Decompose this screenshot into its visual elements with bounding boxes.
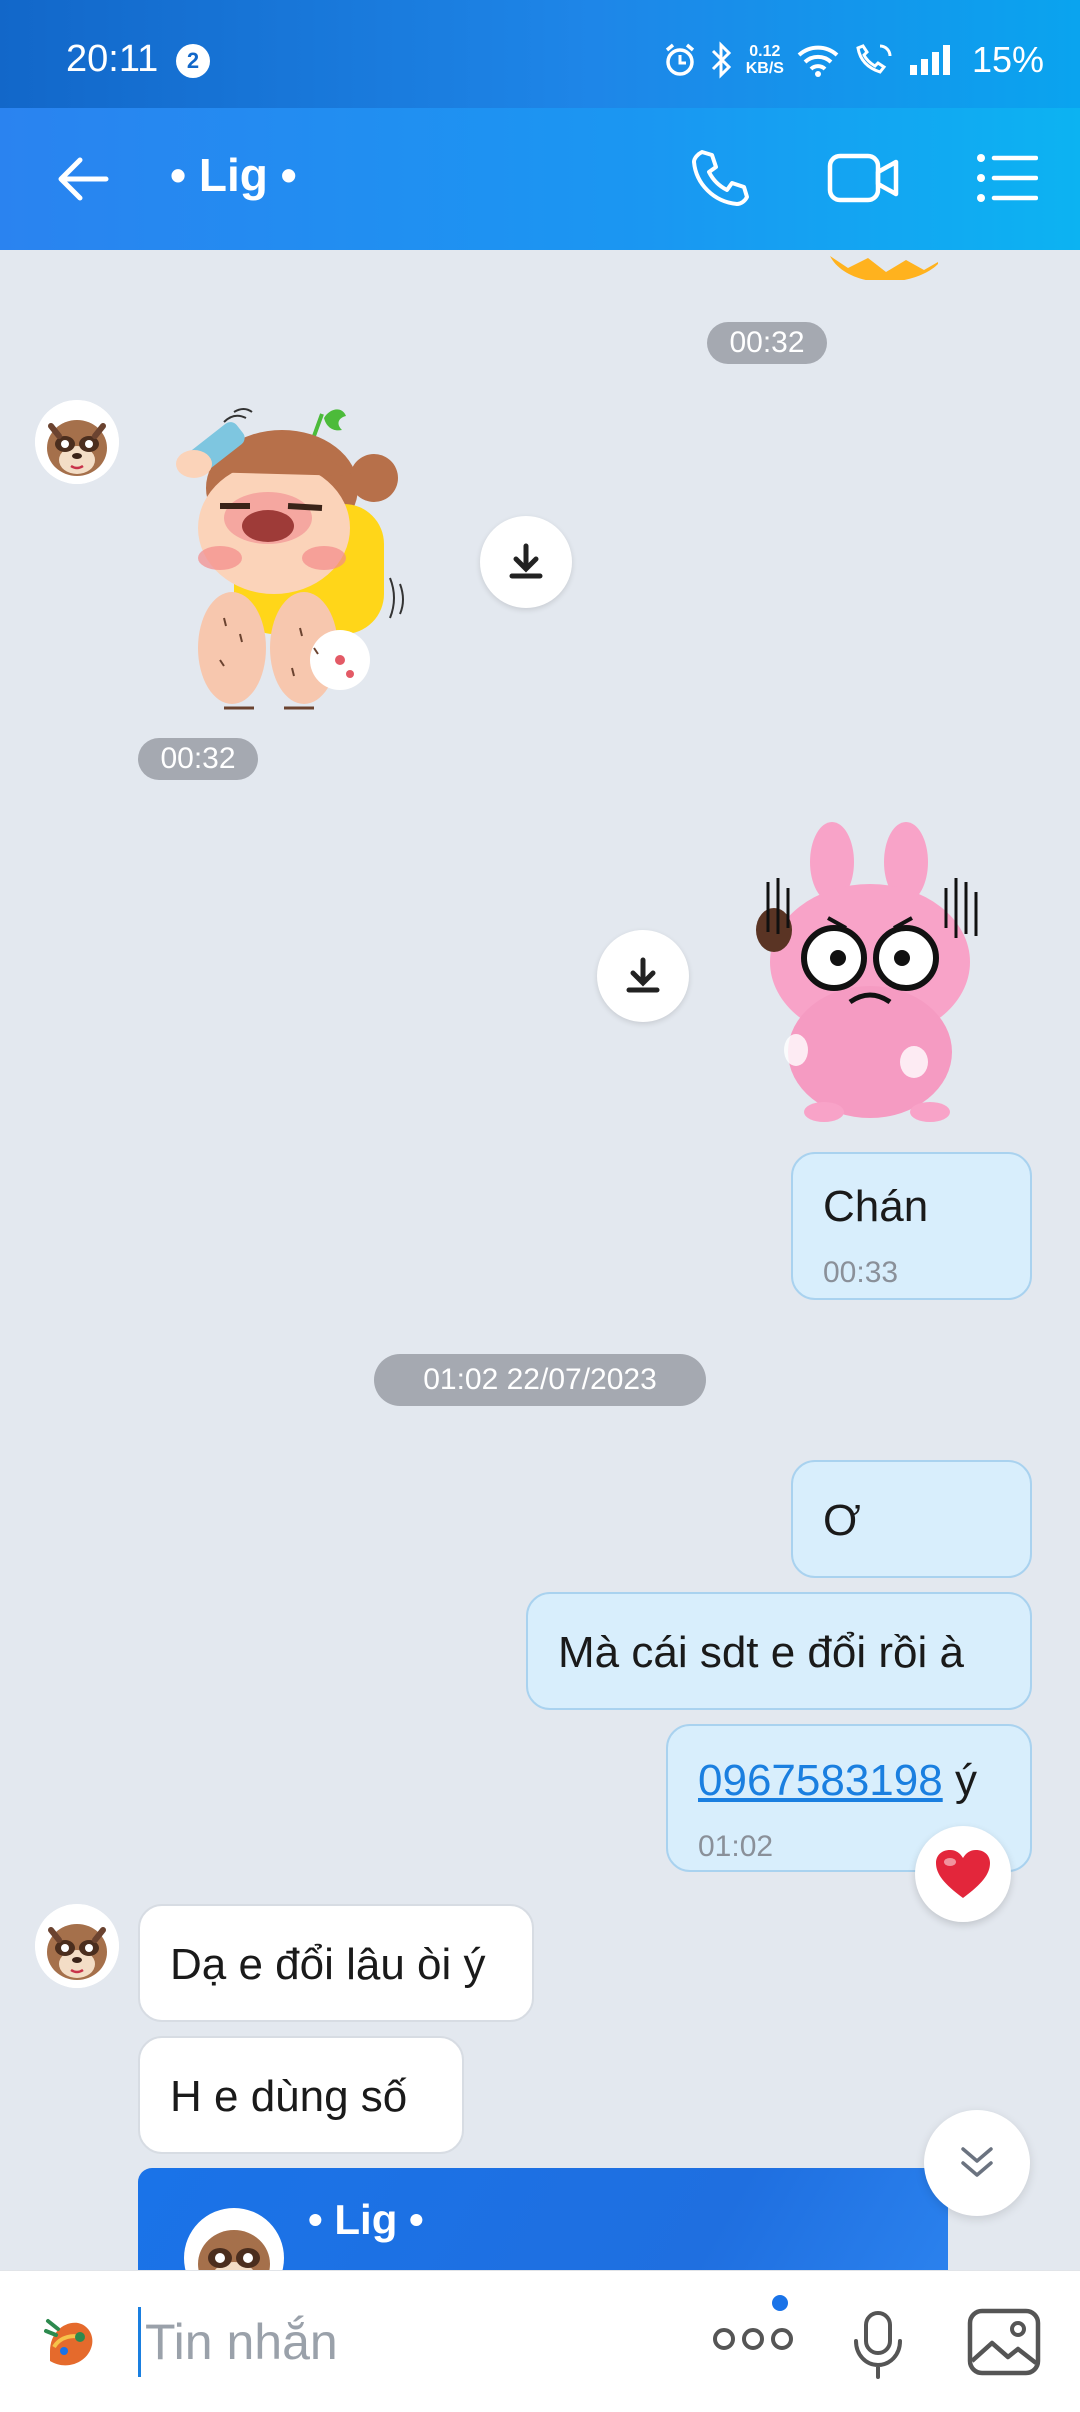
menu-button[interactable] (976, 150, 1039, 211)
message-bubble-sent[interactable]: Chán 00:33 (791, 1152, 1032, 1300)
arrow-left-icon (58, 157, 109, 201)
sticker-button[interactable] (40, 2311, 104, 2380)
microphone-icon (854, 2311, 902, 2379)
more-options-button[interactable] (712, 2319, 794, 2364)
video-call-button[interactable] (826, 148, 902, 213)
message-text-suffix: ý (942, 1756, 977, 1805)
download-sticker-button[interactable] (480, 516, 572, 608)
message-input-bar: Tin nhắn (0, 2270, 1080, 2412)
reaction-button[interactable] (915, 1826, 1011, 1922)
notification-dot (772, 2295, 788, 2311)
message-time: 00:33 (823, 1256, 899, 1289)
message-bubble-received[interactable]: H e dùng số (138, 2036, 464, 2154)
notification-count-badge: 2 (176, 44, 210, 78)
avatar-raccoon-image (35, 1904, 119, 1988)
time-separator: 00:32 (707, 322, 827, 364)
chat-message-list[interactable]: 00:32 00:32 Chán 00:33 01:02 22/07/2023 … (0, 250, 1080, 2270)
download-icon (509, 543, 543, 579)
sticker-icon (44, 2319, 93, 2366)
contact-avatar[interactable] (35, 1904, 119, 1988)
status-bar: 20:11 2 0.12 KB/S 15% (0, 0, 1080, 108)
video-camera-icon (827, 153, 899, 203)
message-time: 00:32 (138, 738, 258, 780)
contact-card[interactable]: • Lig • (138, 2168, 948, 2270)
wifi-calling-icon (852, 42, 896, 78)
phone-icon (692, 150, 749, 206)
status-time: 20:11 (66, 38, 159, 80)
message-text: Chán (823, 1182, 929, 1231)
wifi-icon (796, 42, 840, 78)
download-sticker-button[interactable] (597, 930, 689, 1022)
message-bubble-received[interactable]: Dạ e đổi lâu òi ý (138, 1904, 534, 2022)
message-text: Dạ e đổi lâu òi ý (170, 1940, 486, 1989)
call-button[interactable] (688, 146, 752, 215)
battery-level: 15% (971, 39, 1044, 80)
chat-title[interactable]: • Lig • (170, 148, 297, 202)
heart-icon (936, 1850, 990, 1898)
sticker-partial-top (830, 256, 938, 280)
message-text: 0967583198 ý (698, 1756, 977, 1806)
chat-header: • Lig • (0, 108, 1080, 250)
scroll-to-bottom-button[interactable] (924, 2110, 1030, 2216)
list-menu-icon (977, 154, 1039, 202)
message-text: H e dùng số (170, 2072, 408, 2121)
back-button[interactable] (52, 148, 114, 210)
sticker-pink-bunny[interactable] (734, 822, 1010, 1122)
status-icons: 0.12 KB/S 15% (662, 38, 1044, 82)
voice-message-button[interactable] (852, 2309, 904, 2384)
message-bubble-sent[interactable]: Ơ (791, 1460, 1032, 1578)
message-text: Mà cái sdt e đổi rồi à (558, 1628, 964, 1677)
message-time: 01:02 (698, 1830, 774, 1863)
avatar-raccoon-image (35, 400, 119, 484)
send-image-button[interactable] (966, 2307, 1042, 2382)
bluetooth-icon (710, 41, 734, 79)
net-speed-unit: KB/S (745, 60, 784, 77)
message-input[interactable]: Tin nhắn (138, 2307, 698, 2377)
contact-card-avatar (184, 2208, 284, 2270)
phone-number-link[interactable]: 0967583198 (698, 1756, 943, 1805)
network-speed: 0.12 KB/S (746, 43, 784, 77)
sticker-girl-comb[interactable] (164, 398, 414, 730)
download-icon (626, 957, 660, 993)
message-text: Ơ (823, 1496, 861, 1545)
chevron-double-down-icon (961, 2147, 993, 2177)
image-icon (967, 2308, 1041, 2376)
signal-icon (908, 43, 954, 77)
contact-card-name: • Lig • (308, 2196, 424, 2243)
contact-avatar[interactable] (35, 400, 119, 484)
message-bubble-sent[interactable]: Mà cái sdt e đổi rồi à (526, 1592, 1032, 1710)
more-dots-icon (713, 2328, 793, 2350)
net-speed-value: 0.12 (749, 43, 781, 60)
date-separator: 01:02 22/07/2023 (374, 1354, 706, 1406)
alarm-icon (662, 42, 698, 78)
